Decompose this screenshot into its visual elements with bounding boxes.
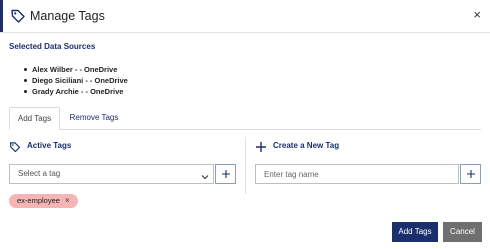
dialog-header: Manage Tags × <box>0 0 490 33</box>
chevron-down-icon <box>201 170 209 180</box>
tab-remove-tags[interactable]: Remove Tags <box>66 107 122 130</box>
create-tag-title: Create a New Tag <box>273 141 340 150</box>
list-item: Alex Wilber - - OneDrive <box>24 64 128 75</box>
tag-icon <box>9 140 21 153</box>
add-active-tag-button[interactable] <box>215 164 236 184</box>
tag-chip-label: ex-employee <box>17 196 60 205</box>
tag-chip: ex-employee × <box>9 194 78 208</box>
create-tag-button[interactable] <box>460 164 481 184</box>
tag-select-value: Select a tag <box>18 169 61 178</box>
list-item: Diego Siciliani - - OneDrive <box>24 75 128 86</box>
selected-sources-title: Selected Data Sources <box>9 42 96 51</box>
active-tags-title: Active Tags <box>27 141 72 150</box>
cancel-button[interactable]: Cancel <box>443 222 482 242</box>
plus-icon <box>222 170 230 178</box>
tab-add-tags[interactable]: Add Tags <box>9 107 60 130</box>
list-item: Grady Archie - - OneDrive <box>24 86 128 97</box>
remove-tag-icon[interactable]: × <box>65 196 70 205</box>
column-divider <box>245 137 246 194</box>
close-icon[interactable]: × <box>473 8 481 22</box>
tag-select[interactable]: Select a tag <box>9 164 214 184</box>
tab-bar: Add Tags Remove Tags <box>9 107 481 130</box>
add-tags-button[interactable]: Add Tags <box>392 222 438 242</box>
new-tag-input[interactable] <box>255 164 459 184</box>
selected-sources-list: Alex Wilber - - OneDrive Diego Siciliani… <box>24 64 128 97</box>
tag-icon <box>10 8 26 24</box>
plus-icon <box>467 170 475 178</box>
plus-icon <box>255 140 267 152</box>
dialog-title: Manage Tags <box>30 9 105 23</box>
